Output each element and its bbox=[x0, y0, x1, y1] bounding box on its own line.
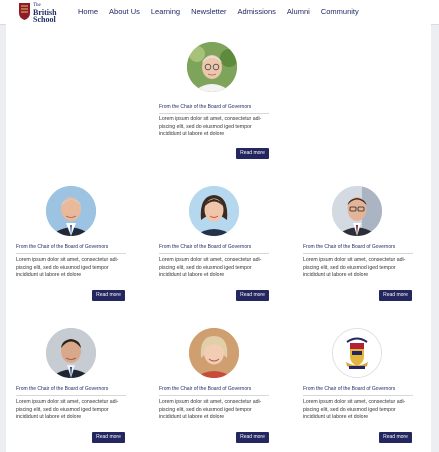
card-title: From the Chair of the Board of Governors bbox=[159, 104, 252, 110]
older-woman-portrait bbox=[189, 328, 239, 378]
card-body: Lorem ipsum dolor sit amet, consectetur … bbox=[303, 257, 406, 278]
school-logo[interactable]: The British School Rio de Janeiro bbox=[18, 2, 66, 28]
card-title: From the Chair of the Board of Governors bbox=[16, 386, 109, 392]
card-title: From the Chair of the Board of Governors bbox=[159, 244, 252, 250]
nav-about-us[interactable]: About Us bbox=[109, 7, 140, 16]
nav-newsletter[interactable]: Newsletter bbox=[191, 7, 226, 16]
card-body: Lorem ipsum dolor sit amet, consectetur … bbox=[16, 257, 119, 278]
card-body: Lorem ipsum dolor sit amet, consectetur … bbox=[159, 257, 262, 278]
man-dark-hair-portrait bbox=[46, 328, 96, 378]
card-body: Lorem ipsum dolor sit amet, consectetur … bbox=[159, 399, 262, 420]
read-more-button[interactable]: Read more bbox=[379, 290, 412, 301]
portrait-image bbox=[332, 328, 382, 378]
card-divider bbox=[16, 253, 126, 254]
card-title: From the Chair of the Board of Governors bbox=[303, 244, 396, 250]
portrait-image bbox=[46, 328, 96, 378]
woman-dark-hair-portrait bbox=[189, 186, 239, 236]
card-divider bbox=[303, 395, 413, 396]
read-more-button[interactable]: Read more bbox=[236, 148, 269, 159]
portrait-image bbox=[187, 42, 237, 92]
site-header: The British School Rio de Janeiro Home A… bbox=[0, 0, 439, 28]
nav-community[interactable]: Community bbox=[321, 7, 359, 16]
man-glasses-portrait bbox=[332, 186, 382, 236]
card-body: Lorem ipsum dolor sit amet, consectetur … bbox=[16, 399, 119, 420]
portrait-image bbox=[332, 186, 382, 236]
nav-alumni[interactable]: Alumni bbox=[287, 7, 310, 16]
card-title: From the Chair of the Board of Governors bbox=[159, 386, 252, 392]
nav-learning[interactable]: Learning bbox=[151, 7, 180, 16]
card-divider bbox=[159, 395, 269, 396]
card-divider bbox=[159, 253, 269, 254]
portrait-image bbox=[189, 186, 239, 236]
nav-home[interactable]: Home bbox=[78, 7, 98, 16]
crest-icon bbox=[19, 3, 30, 20]
portrait-image bbox=[46, 186, 96, 236]
card-body: Lorem ipsum dolor sit amet, consectetur … bbox=[159, 116, 262, 137]
read-more-button[interactable]: Read more bbox=[236, 432, 269, 443]
governors-panel: From the Chair of the Board of Governors… bbox=[6, 24, 431, 452]
card-divider bbox=[16, 395, 126, 396]
portrait-image bbox=[189, 328, 239, 378]
older-man-glasses-portrait bbox=[187, 42, 237, 92]
school-crest-icon bbox=[333, 329, 381, 377]
read-more-button[interactable]: Read more bbox=[236, 290, 269, 301]
main-nav: Home About Us Learning Newsletter Admiss… bbox=[78, 7, 370, 16]
card-title: From the Chair of the Board of Governors bbox=[303, 386, 396, 392]
card-divider bbox=[303, 253, 413, 254]
man-suit-portrait bbox=[46, 186, 96, 236]
card-body: Lorem ipsum dolor sit amet, consectetur … bbox=[303, 399, 406, 420]
card-title: From the Chair of the Board of Governors bbox=[16, 244, 109, 250]
read-more-button[interactable]: Read more bbox=[379, 432, 412, 443]
read-more-button[interactable]: Read more bbox=[92, 432, 125, 443]
read-more-button[interactable]: Read more bbox=[92, 290, 125, 301]
nav-admissions[interactable]: Admissions bbox=[238, 7, 276, 16]
wordmark-line2: British School bbox=[33, 8, 57, 24]
card-divider bbox=[159, 113, 269, 114]
